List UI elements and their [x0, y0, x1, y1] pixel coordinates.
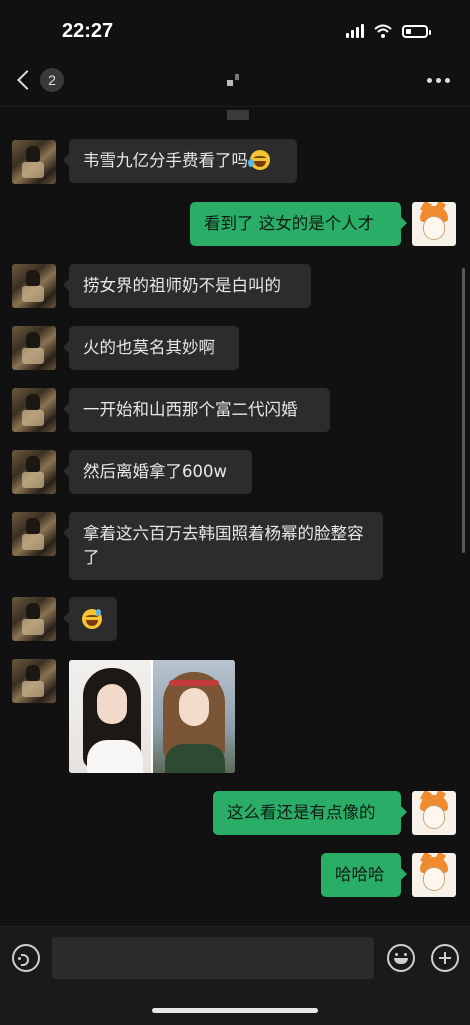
plus-icon[interactable]	[431, 944, 459, 972]
message-bubble-incoming[interactable]: 捞女界的祖师奶不是白叫的	[63, 264, 311, 308]
contact-avatar[interactable]	[12, 140, 56, 184]
more-dots-icon[interactable]	[427, 78, 450, 83]
unread-count-badge: 2	[40, 68, 64, 92]
my-avatar[interactable]	[412, 791, 456, 835]
message-input[interactable]	[52, 937, 374, 979]
message-bubble-incoming[interactable]: 拿着这六百万去韩国照着杨幂的脸整容了	[63, 512, 383, 580]
message-text: 然后离婚拿了600w	[83, 462, 227, 481]
status-icons	[346, 24, 431, 38]
message-text: 捞女界的祖师奶不是白叫的	[83, 276, 281, 295]
redacted-name-icon	[225, 72, 245, 92]
message-text: 哈哈哈	[335, 865, 385, 884]
message-text: 这么看还是有点像的	[227, 803, 376, 822]
grinning-sweat-icon	[82, 609, 102, 629]
emoji-icon[interactable]	[387, 944, 415, 972]
portrait-right	[153, 660, 235, 773]
pull-indicator	[227, 110, 249, 120]
signal-icon	[346, 24, 364, 38]
message-text: 拿着这六百万去韩国照着杨幂的脸整容了	[83, 524, 364, 567]
contact-avatar[interactable]	[12, 597, 56, 641]
contact-avatar[interactable]	[12, 264, 56, 308]
contact-avatar[interactable]	[12, 512, 56, 556]
contact-avatar[interactable]	[12, 326, 56, 370]
message-bubble-incoming[interactable]: 一开始和山西那个富二代闪婚	[63, 388, 330, 432]
message-bubble-incoming[interactable]: 火的也莫名其妙啊	[63, 326, 239, 370]
contact-avatar[interactable]	[12, 659, 56, 703]
message-text: 韦雪九亿分手费看了吗	[83, 151, 248, 170]
portrait-left	[69, 660, 151, 773]
chevron-left-icon	[17, 70, 37, 90]
chat-header: 2	[0, 62, 470, 107]
message-bubble-outgoing[interactable]: 哈哈哈	[321, 853, 407, 897]
my-avatar[interactable]	[412, 202, 456, 246]
message-text: 火的也莫名其妙啊	[83, 338, 215, 357]
tears-of-joy-icon	[248, 150, 270, 170]
shared-image[interactable]	[69, 660, 235, 773]
home-indicator[interactable]	[152, 1008, 318, 1013]
contact-avatar[interactable]	[12, 388, 56, 432]
status-time: 22:27	[62, 20, 114, 42]
wifi-icon	[374, 24, 392, 38]
message-bubble-incoming[interactable]: 然后离婚拿了600w	[63, 450, 252, 494]
status-bar: 22:27	[0, 0, 470, 62]
voice-icon[interactable]	[12, 944, 40, 972]
back-button[interactable]: 2	[14, 68, 64, 92]
battery-icon	[402, 24, 431, 38]
message-bubble-outgoing[interactable]: 这么看还是有点像的	[213, 791, 407, 835]
contact-avatar[interactable]	[12, 450, 56, 494]
message-bubble-incoming[interactable]: 韦雪九亿分手费看了吗	[63, 139, 297, 183]
message-text: 看到了 这女的是个人才	[204, 214, 375, 233]
message-bubble-incoming[interactable]	[63, 597, 117, 641]
message-text: 一开始和山西那个富二代闪婚	[83, 400, 298, 419]
message-bubble-outgoing[interactable]: 看到了 这女的是个人才	[190, 202, 407, 246]
scrollbar[interactable]	[462, 268, 465, 553]
my-avatar[interactable]	[412, 853, 456, 897]
